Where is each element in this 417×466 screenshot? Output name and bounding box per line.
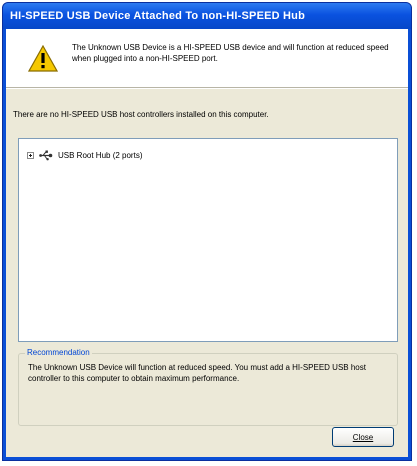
close-button[interactable]: Close <box>332 427 394 447</box>
usb-tree-view[interactable]: USB Root Hub (2 ports) <box>18 138 398 342</box>
close-button-label: Close <box>352 432 374 442</box>
recommendation-text: The Unknown USB Device will function at … <box>28 363 366 383</box>
dialog-body: The Unknown USB Device is a HI-SPEED USB… <box>6 29 408 457</box>
dialog-window: HI-SPEED USB Device Attached To non-HI-S… <box>2 2 412 461</box>
recommendation-group: Recommendation The Unknown USB Device wi… <box>18 348 398 426</box>
dialog-title[interactable]: HI-SPEED USB Device Attached To non-HI-S… <box>3 3 411 29</box>
tree-item-usb-root-hub[interactable]: USB Root Hub (2 ports) <box>27 148 142 162</box>
plus-expander-icon[interactable] <box>27 151 34 159</box>
usb-hub-icon <box>39 150 53 160</box>
warning-text: The Unknown USB Device is a HI-SPEED USB… <box>72 43 389 63</box>
info-text: There are no HI-SPEED USB host controlle… <box>13 110 269 119</box>
header-divider <box>6 88 408 89</box>
recommendation-legend: Recommendation <box>25 348 92 357</box>
warning-icon <box>28 45 58 72</box>
warning-header: The Unknown USB Device is a HI-SPEED USB… <box>6 29 408 88</box>
tree-item-label: USB Root Hub (2 ports) <box>58 150 143 160</box>
